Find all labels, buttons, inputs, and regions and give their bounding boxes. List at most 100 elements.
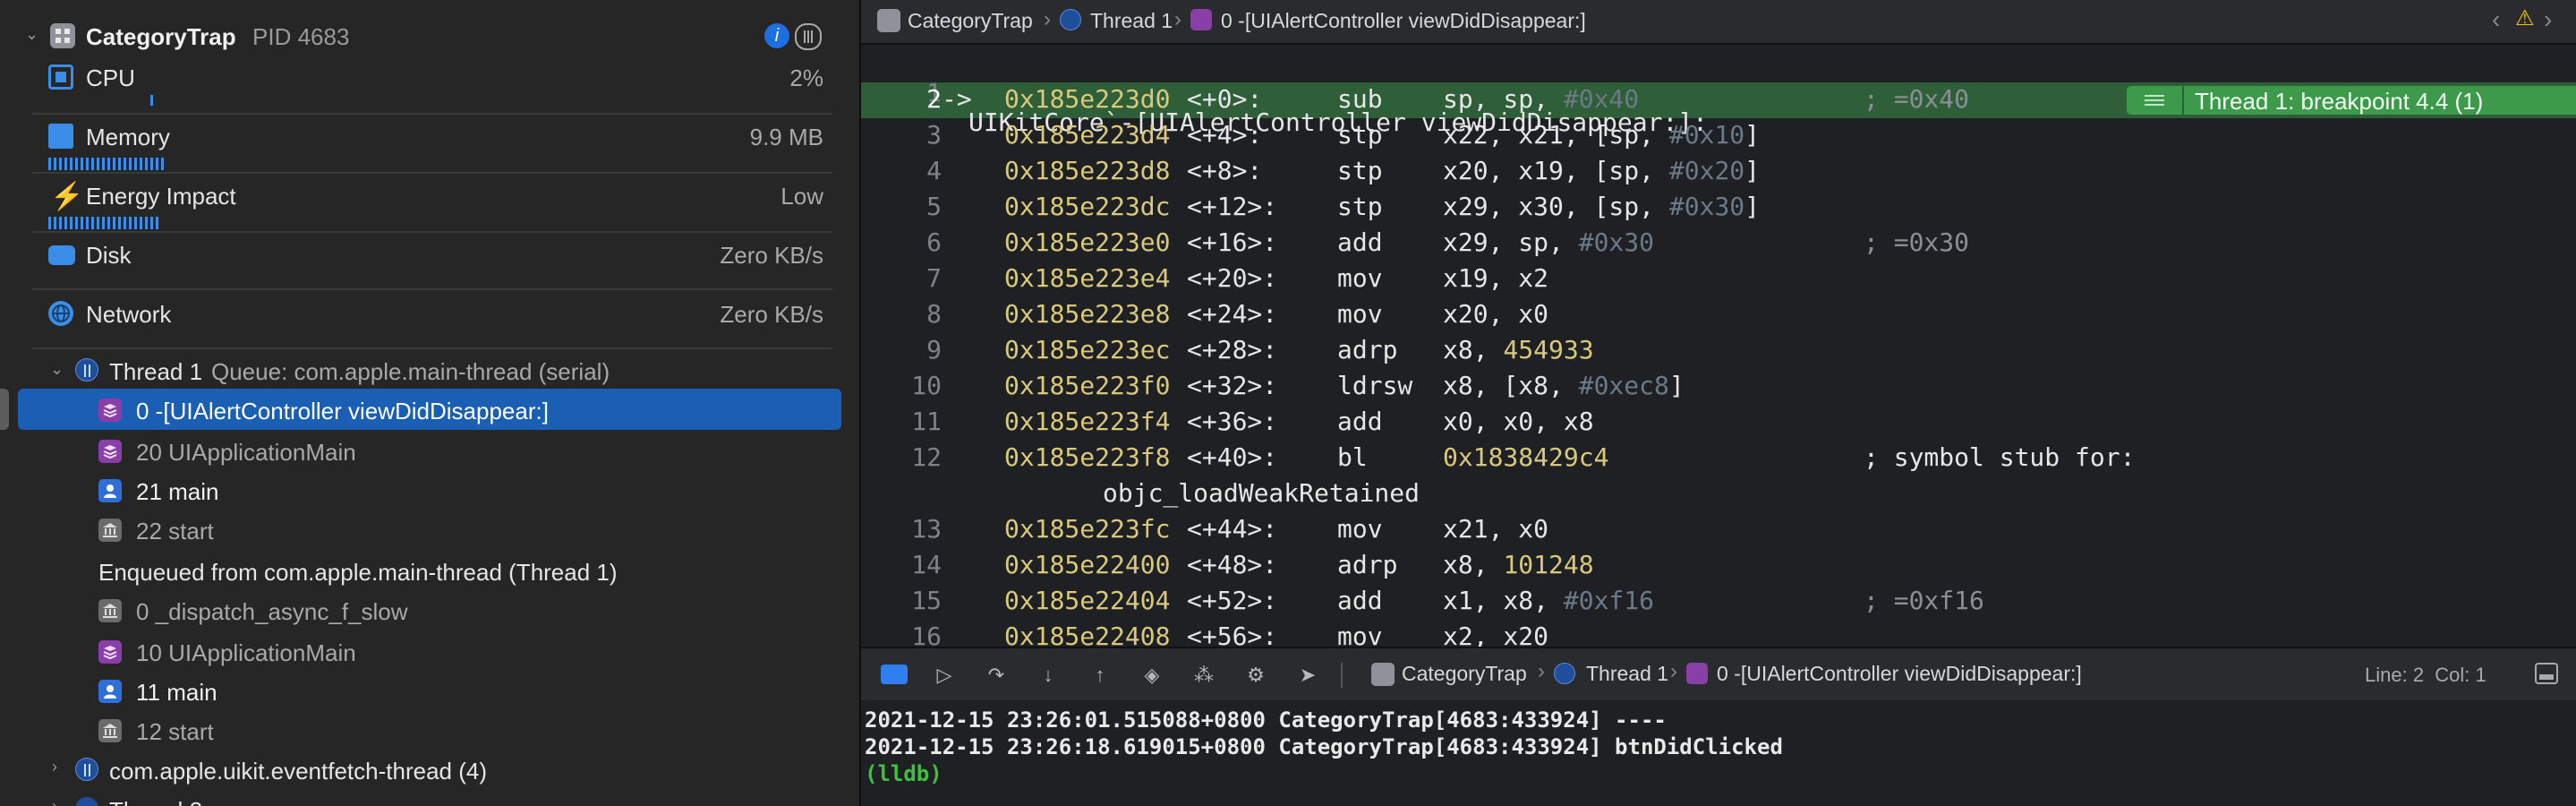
line-number[interactable]: 4 [861, 156, 942, 185]
debug-console[interactable]: 2021-12-15 23:26:01.515088+0800 Category… [861, 700, 2576, 806]
line-number[interactable]: 9 [861, 335, 942, 364]
opcode: mov [1337, 299, 1383, 329]
chevron-down-icon[interactable]: ⌄ [50, 360, 64, 379]
stack-frame-row[interactable]: 12 start [0, 711, 859, 750]
breakpoint-menu-icon[interactable] [2127, 86, 2182, 115]
opcode: mov [1337, 514, 1383, 544]
chevron-down-icon[interactable]: ⌄ [25, 25, 38, 44]
breadcrumb-separator-icon: › [1670, 659, 1677, 683]
library-icon [98, 719, 122, 742]
continue-icon[interactable]: ▷ [931, 663, 958, 688]
address: 0x185e223e8 [1004, 299, 1171, 329]
process-row[interactable]: ⌄ CategoryTrap PID 4683 i [0, 16, 859, 56]
view-hierarchy-icon[interactable]: ◈ [1139, 663, 1165, 688]
line-number[interactable]: 11 [861, 407, 942, 436]
opcode: add [1337, 407, 1383, 436]
operands: x8, 454933 [1443, 335, 1594, 364]
console-layout-icon[interactable] [2535, 663, 2558, 684]
line-number[interactable]: 14 [861, 550, 942, 579]
line-number[interactable]: 3 [861, 120, 942, 150]
gauge-memory[interactable]: Memory 9.9 MB [0, 116, 859, 156]
warning-icon[interactable]: ⚠ [2515, 5, 2535, 31]
thread-icon [75, 358, 98, 382]
offset: <+52>: [1187, 586, 1278, 615]
console-line: 2021-12-15 23:26:18.619015+0800 Category… [865, 734, 1783, 759]
divider [32, 172, 832, 174]
debug-navigator: ⌄ CategoryTrap PID 4683 i CPU 2% Memory … [0, 0, 859, 806]
app-icon [1371, 663, 1395, 686]
stack-frame-label: 22 start [136, 518, 214, 544]
offset: <+48>: [1187, 550, 1278, 579]
stack-icon [1686, 663, 1708, 684]
thread-title: com.apple.uikit.eventfetch-thread (4) [109, 758, 487, 785]
line-number[interactable]: 12 [861, 442, 942, 472]
address: 0x185e22404 [1004, 586, 1171, 615]
chevron-right-icon[interactable]: › [52, 758, 57, 776]
breakpoints-toggle-icon[interactable] [881, 665, 908, 684]
thread-row[interactable]: › Thread 2 [0, 790, 859, 806]
breakpoint-annotation[interactable]: Thread 1: breakpoint 4.4 (1) [2184, 86, 2576, 115]
address: 0x185e223e4 [1004, 263, 1171, 293]
lldb-prompt[interactable]: (lldb) [865, 761, 943, 786]
line-number[interactable]: 7 [861, 263, 942, 293]
nav-forward-icon[interactable]: › [2544, 5, 2552, 34]
thread-icon [75, 758, 98, 781]
divider [32, 231, 832, 233]
stack-frame-row[interactable]: 10 UIApplicationMain [0, 632, 859, 672]
memory-graph-icon[interactable]: ⁂ [1190, 663, 1217, 688]
location-icon[interactable]: ➤ [1294, 663, 1321, 688]
line-number[interactable]: 5 [861, 192, 942, 221]
stack-frame-row[interactable]: 20 UIApplicationMain [0, 432, 859, 471]
gauge-network[interactable]: Network Zero KB/s [0, 294, 859, 333]
debug-breadcrumb-frame[interactable]: 0 -[UIAlertController viewDidDisappear:] [1717, 662, 2082, 686]
breadcrumb-frame[interactable]: 0 -[UIAlertController viewDidDisappear:] [1221, 9, 1586, 33]
info-icon[interactable]: i [764, 23, 789, 48]
cpu-icon [48, 64, 73, 90]
stack-icon [1190, 9, 1212, 30]
breadcrumb-separator-icon: › [1538, 659, 1545, 683]
environment-icon[interactable]: ⚙ [1242, 663, 1269, 688]
threads-filter-icon[interactable] [795, 23, 822, 50]
line-number[interactable]: 10 [861, 371, 942, 400]
line-number[interactable]: 15 [861, 586, 942, 615]
debug-breadcrumb-thread[interactable]: Thread 1 [1586, 662, 1668, 686]
stack-frame-row[interactable]: 0 _dispatch_async_f_slow [0, 591, 859, 630]
thread-row[interactable]: ⌄ Thread 1 Queue: com.apple.main-thread … [0, 351, 859, 390]
nav-back-icon[interactable]: ‹ [2492, 5, 2500, 34]
operands: x29, x30, [sp, #0x30] [1443, 192, 1761, 221]
step-into-icon[interactable]: ↓ [1035, 663, 1062, 688]
stack-frame-row[interactable]: 21 main [0, 471, 859, 510]
gauge-energy[interactable]: ⚡ Energy Impact Low [0, 176, 859, 215]
line-number[interactable]: 8 [861, 299, 942, 329]
chevron-right-icon[interactable]: › [52, 797, 57, 806]
operands: x19, x2 [1443, 263, 1549, 293]
stack-frame-row[interactable]: 11 main [0, 672, 859, 711]
stack-frame-row[interactable]: 0 -[UIAlertController viewDidDisappear:] [0, 390, 859, 430]
debug-breadcrumb-project[interactable]: CategoryTrap [1402, 662, 1527, 686]
line-number[interactable]: 2 [861, 84, 942, 114]
thread-icon [75, 797, 98, 806]
opcode: adrp [1337, 550, 1398, 579]
offset: <+36>: [1187, 407, 1278, 436]
breadcrumb-project[interactable]: CategoryTrap [908, 9, 1033, 33]
line-number[interactable]: 16 [861, 622, 942, 647]
offset: <+28>: [1187, 335, 1278, 364]
gauge-disk[interactable]: Disk Zero KB/s [0, 235, 859, 274]
code-line: 8 0x185e223e8 <+24>: mov x20, x0 [861, 299, 2576, 335]
offset: <+40>: [1187, 442, 1278, 472]
step-out-icon[interactable]: ↑ [1087, 663, 1113, 688]
gauge-label: Energy Impact [86, 183, 236, 210]
disassembly-view[interactable]: 1 UIKitCore`-[UIAlertController viewDidD… [861, 45, 2576, 647]
thread-row[interactable]: › com.apple.uikit.eventfetch-thread (4) [0, 750, 859, 790]
step-over-icon[interactable]: ↷ [983, 663, 1010, 688]
offset: <+12>: [1187, 192, 1278, 221]
code-line: 5 0x185e223dc <+12>: stp x29, x30, [sp, #0x… [861, 192, 2576, 227]
opcode: bl [1337, 442, 1368, 472]
breadcrumb-thread[interactable]: Thread 1 [1090, 9, 1173, 33]
line-number[interactable]: 6 [861, 227, 942, 257]
stack-frame-row[interactable]: 22 start [0, 510, 859, 550]
gauge-cpu[interactable]: CPU 2% [0, 57, 859, 97]
line-number[interactable]: 13 [861, 514, 942, 544]
opcode: add [1337, 586, 1383, 615]
stack-frame-label: 0 -[UIAlertController viewDidDisappear:] [136, 398, 549, 424]
